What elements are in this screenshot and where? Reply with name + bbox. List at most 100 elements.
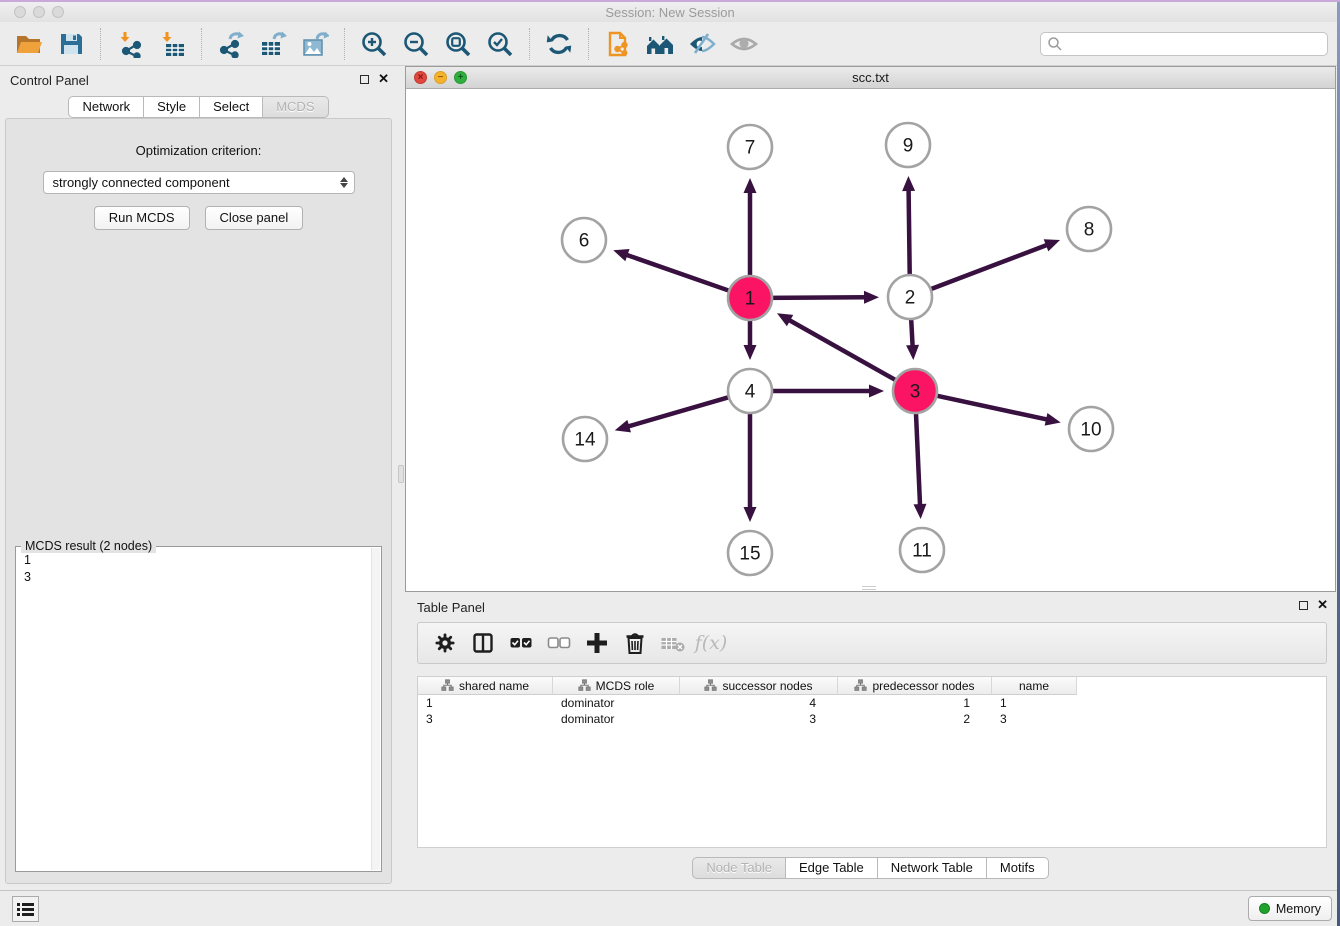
toggle-visibility-button[interactable] — [681, 25, 723, 63]
show-panels-button[interactable] — [12, 896, 39, 922]
network-resize-grip[interactable] — [862, 586, 876, 590]
graph-edge-3-1[interactable] — [777, 313, 899, 382]
tab-edge-table[interactable]: Edge Table — [786, 857, 878, 879]
tab-motifs[interactable]: Motifs — [987, 857, 1049, 879]
list-icon — [17, 902, 34, 917]
float-panel-icon[interactable] — [360, 75, 369, 84]
graph-edge-1-6[interactable] — [613, 249, 733, 292]
show-columns-button[interactable] — [466, 626, 500, 660]
table-cell[interactable]: 3 — [992, 711, 1077, 727]
mcds-result-scrollbar[interactable] — [371, 548, 380, 870]
table-cell[interactable]: 1 — [418, 695, 553, 711]
main-toolbar — [0, 22, 1340, 66]
graph-node-1[interactable]: 1 — [728, 276, 772, 320]
eye-disabled-button[interactable] — [723, 25, 765, 63]
table-row[interactable]: 3dominator323 — [418, 711, 1326, 727]
close-table-panel-icon[interactable]: ✕ — [1317, 599, 1328, 611]
export-network-icon — [217, 30, 245, 58]
memory-button[interactable]: Memory — [1248, 896, 1332, 921]
column-header-shared-name[interactable]: shared name — [418, 677, 553, 695]
open-session-button[interactable] — [8, 25, 50, 63]
table-cell[interactable]: 3 — [418, 711, 553, 727]
graph-edge-2-9[interactable] — [902, 176, 915, 279]
graph-node-4[interactable]: 4 — [728, 369, 772, 413]
graph-edge-1-2[interactable] — [768, 291, 879, 304]
column-header-successor-nodes[interactable]: successor nodes — [680, 677, 838, 695]
home-layout-button[interactable] — [639, 25, 681, 63]
table-cell[interactable]: 1 — [838, 695, 992, 711]
graph-edge-4-3[interactable] — [768, 385, 884, 398]
close-panel-icon[interactable]: ✕ — [378, 73, 389, 85]
table-settings-button[interactable] — [428, 626, 462, 660]
add-column-button[interactable] — [580, 626, 614, 660]
refresh-icon — [545, 30, 573, 58]
window-titlebar: Session: New Session — [0, 2, 1340, 22]
zoom-fit-icon — [444, 30, 472, 58]
graph-node-2[interactable]: 2 — [888, 275, 932, 319]
table-cell[interactable]: dominator — [553, 711, 680, 727]
table-cell[interactable]: 2 — [838, 711, 992, 727]
graph-node-11[interactable]: 11 — [900, 528, 944, 572]
zoom-out-button[interactable] — [395, 25, 437, 63]
graph-node-8[interactable]: 8 — [1067, 207, 1111, 251]
graph-node-6[interactable]: 6 — [562, 218, 606, 262]
export-image-button[interactable] — [294, 25, 336, 63]
delete-table-button[interactable] — [656, 626, 690, 660]
new-network-from-file-button[interactable] — [597, 25, 639, 63]
close-panel-button[interactable]: Close panel — [205, 206, 304, 230]
export-network-button[interactable] — [210, 25, 252, 63]
tab-style[interactable]: Style — [144, 96, 200, 118]
zoom-in-button[interactable] — [353, 25, 395, 63]
tab-node-table[interactable]: Node Table — [692, 857, 786, 879]
graph-node-14[interactable]: 14 — [563, 417, 607, 461]
graph-edge-3-11[interactable] — [913, 409, 926, 519]
import-network-button[interactable] — [109, 25, 151, 63]
table-cell[interactable]: 4 — [680, 695, 838, 711]
graph-edge-1-7[interactable] — [744, 178, 757, 280]
run-mcds-button[interactable]: Run MCDS — [94, 206, 190, 230]
import-table-button[interactable] — [151, 25, 193, 63]
table-cell[interactable]: 1 — [992, 695, 1077, 711]
network-canvas[interactable]: 7 9 6 8 1 2 4 3 14 10 15 11 — [406, 89, 1335, 591]
graph-node-15[interactable]: 15 — [728, 531, 772, 575]
export-table-button[interactable] — [252, 25, 294, 63]
control-panel-title: Control Panel — [10, 73, 89, 88]
column-header-predecessor-nodes[interactable]: predecessor nodes — [838, 677, 992, 695]
table-row[interactable]: 1dominator411 — [418, 695, 1326, 711]
splitter-grip[interactable] — [398, 465, 404, 483]
zoom-selected-button[interactable] — [479, 25, 521, 63]
column-header-name[interactable]: name — [992, 677, 1077, 695]
deselect-all-button[interactable] — [542, 626, 576, 660]
tab-network-table[interactable]: Network Table — [878, 857, 987, 879]
float-table-panel-icon[interactable] — [1299, 601, 1308, 610]
graph-node-10[interactable]: 10 — [1069, 407, 1113, 451]
criterion-dropdown[interactable]: strongly connected component — [43, 171, 355, 194]
graph-edge-4-15[interactable] — [744, 409, 757, 522]
select-all-button[interactable] — [504, 626, 538, 660]
mcds-result-list[interactable]: 13 — [17, 548, 370, 870]
graph-edge-1-4[interactable] — [744, 316, 757, 360]
delete-column-button[interactable] — [618, 626, 652, 660]
graph-node-3[interactable]: 3 — [893, 369, 937, 413]
mcds-result-line[interactable]: 1 — [24, 552, 370, 569]
tab-mcds[interactable]: MCDS — [263, 96, 328, 118]
network-window-titlebar[interactable]: × − + scc.txt — [406, 67, 1335, 89]
tab-network[interactable]: Network — [68, 96, 144, 118]
graph-edge-2-3[interactable] — [906, 315, 919, 360]
function-builder-button[interactable]: f(x) — [694, 626, 728, 660]
tab-select[interactable]: Select — [200, 96, 263, 118]
table-cell[interactable]: dominator — [553, 695, 680, 711]
save-session-button[interactable] — [50, 25, 92, 63]
search-input[interactable] — [1040, 32, 1328, 56]
panel-splitter[interactable] — [397, 66, 405, 890]
graph-node-7[interactable]: 7 — [728, 125, 772, 169]
graph-node-9[interactable]: 9 — [886, 123, 930, 167]
column-header-MCDS-role[interactable]: MCDS role — [553, 677, 680, 695]
graph-edge-3-10[interactable] — [933, 395, 1061, 426]
graph-edge-4-14[interactable] — [615, 396, 733, 432]
refresh-button[interactable] — [538, 25, 580, 63]
graph-edge-2-8[interactable] — [927, 239, 1060, 290]
zoom-fit-button[interactable] — [437, 25, 479, 63]
mcds-result-line[interactable]: 3 — [24, 569, 370, 586]
table-cell[interactable]: 3 — [680, 711, 838, 727]
